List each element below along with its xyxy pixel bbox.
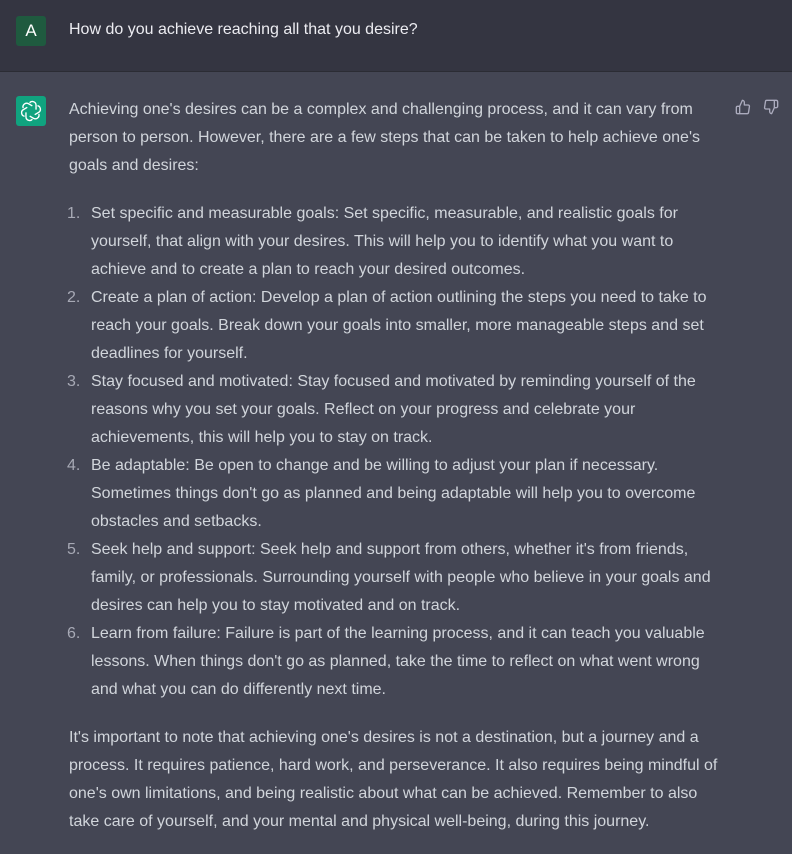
list-item: 4. Be adaptable: Be open to change and be… [67,452,729,536]
assistant-response: Achieving one's desires can be a complex… [67,96,729,836]
list-item-number: 3. [67,373,81,390]
openai-logo-icon [20,100,42,122]
list-item-text: Learn from failure: Failure is part of t… [91,625,705,698]
user-message-text: How do you achieve reaching all that you… [69,21,418,38]
steps-list: 1. Set specific and measurable goals: Set… [67,200,729,704]
list-item-number: 6. [67,625,81,642]
list-item-text: Set specific and measurable goals: Set s… [91,205,678,278]
thumbs-up-button[interactable] [734,98,752,116]
response-conclusion: It's important to note that achieving on… [69,729,718,830]
user-avatar: A [16,16,46,46]
list-item: 5. Seek help and support: Seek help and s… [67,536,729,620]
list-item-text: Stay focused and motivated: Stay focused… [91,373,696,446]
list-item-number: 4. [67,457,81,474]
list-item-number: 5. [67,541,81,558]
list-item-number: 2. [67,289,81,306]
list-item-text: Be adaptable: Be open to change and be w… [91,457,696,530]
user-message-row: A How do you achieve reaching all that y… [0,0,792,72]
thumbs-down-icon [763,99,779,115]
list-item-number: 1. [67,205,81,222]
assistant-message-row: Achieving one's desires can be a complex… [0,72,792,854]
thumbs-up-icon [735,99,751,115]
list-item-text: Create a plan of action: Develop a plan … [91,289,707,362]
assistant-avatar [16,96,46,126]
thumbs-down-button[interactable] [762,98,780,116]
list-item: 2. Create a plan of action: Develop a pla… [67,284,729,368]
list-item: 6. Learn from failure: Failure is part of… [67,620,729,704]
list-item: 1. Set specific and measurable goals: Set… [67,200,729,284]
list-item-text: Seek help and support: Seek help and sup… [91,541,711,614]
response-intro: Achieving one's desires can be a complex… [69,101,700,174]
list-item: 3. Stay focused and motivated: Stay focus… [67,368,729,452]
